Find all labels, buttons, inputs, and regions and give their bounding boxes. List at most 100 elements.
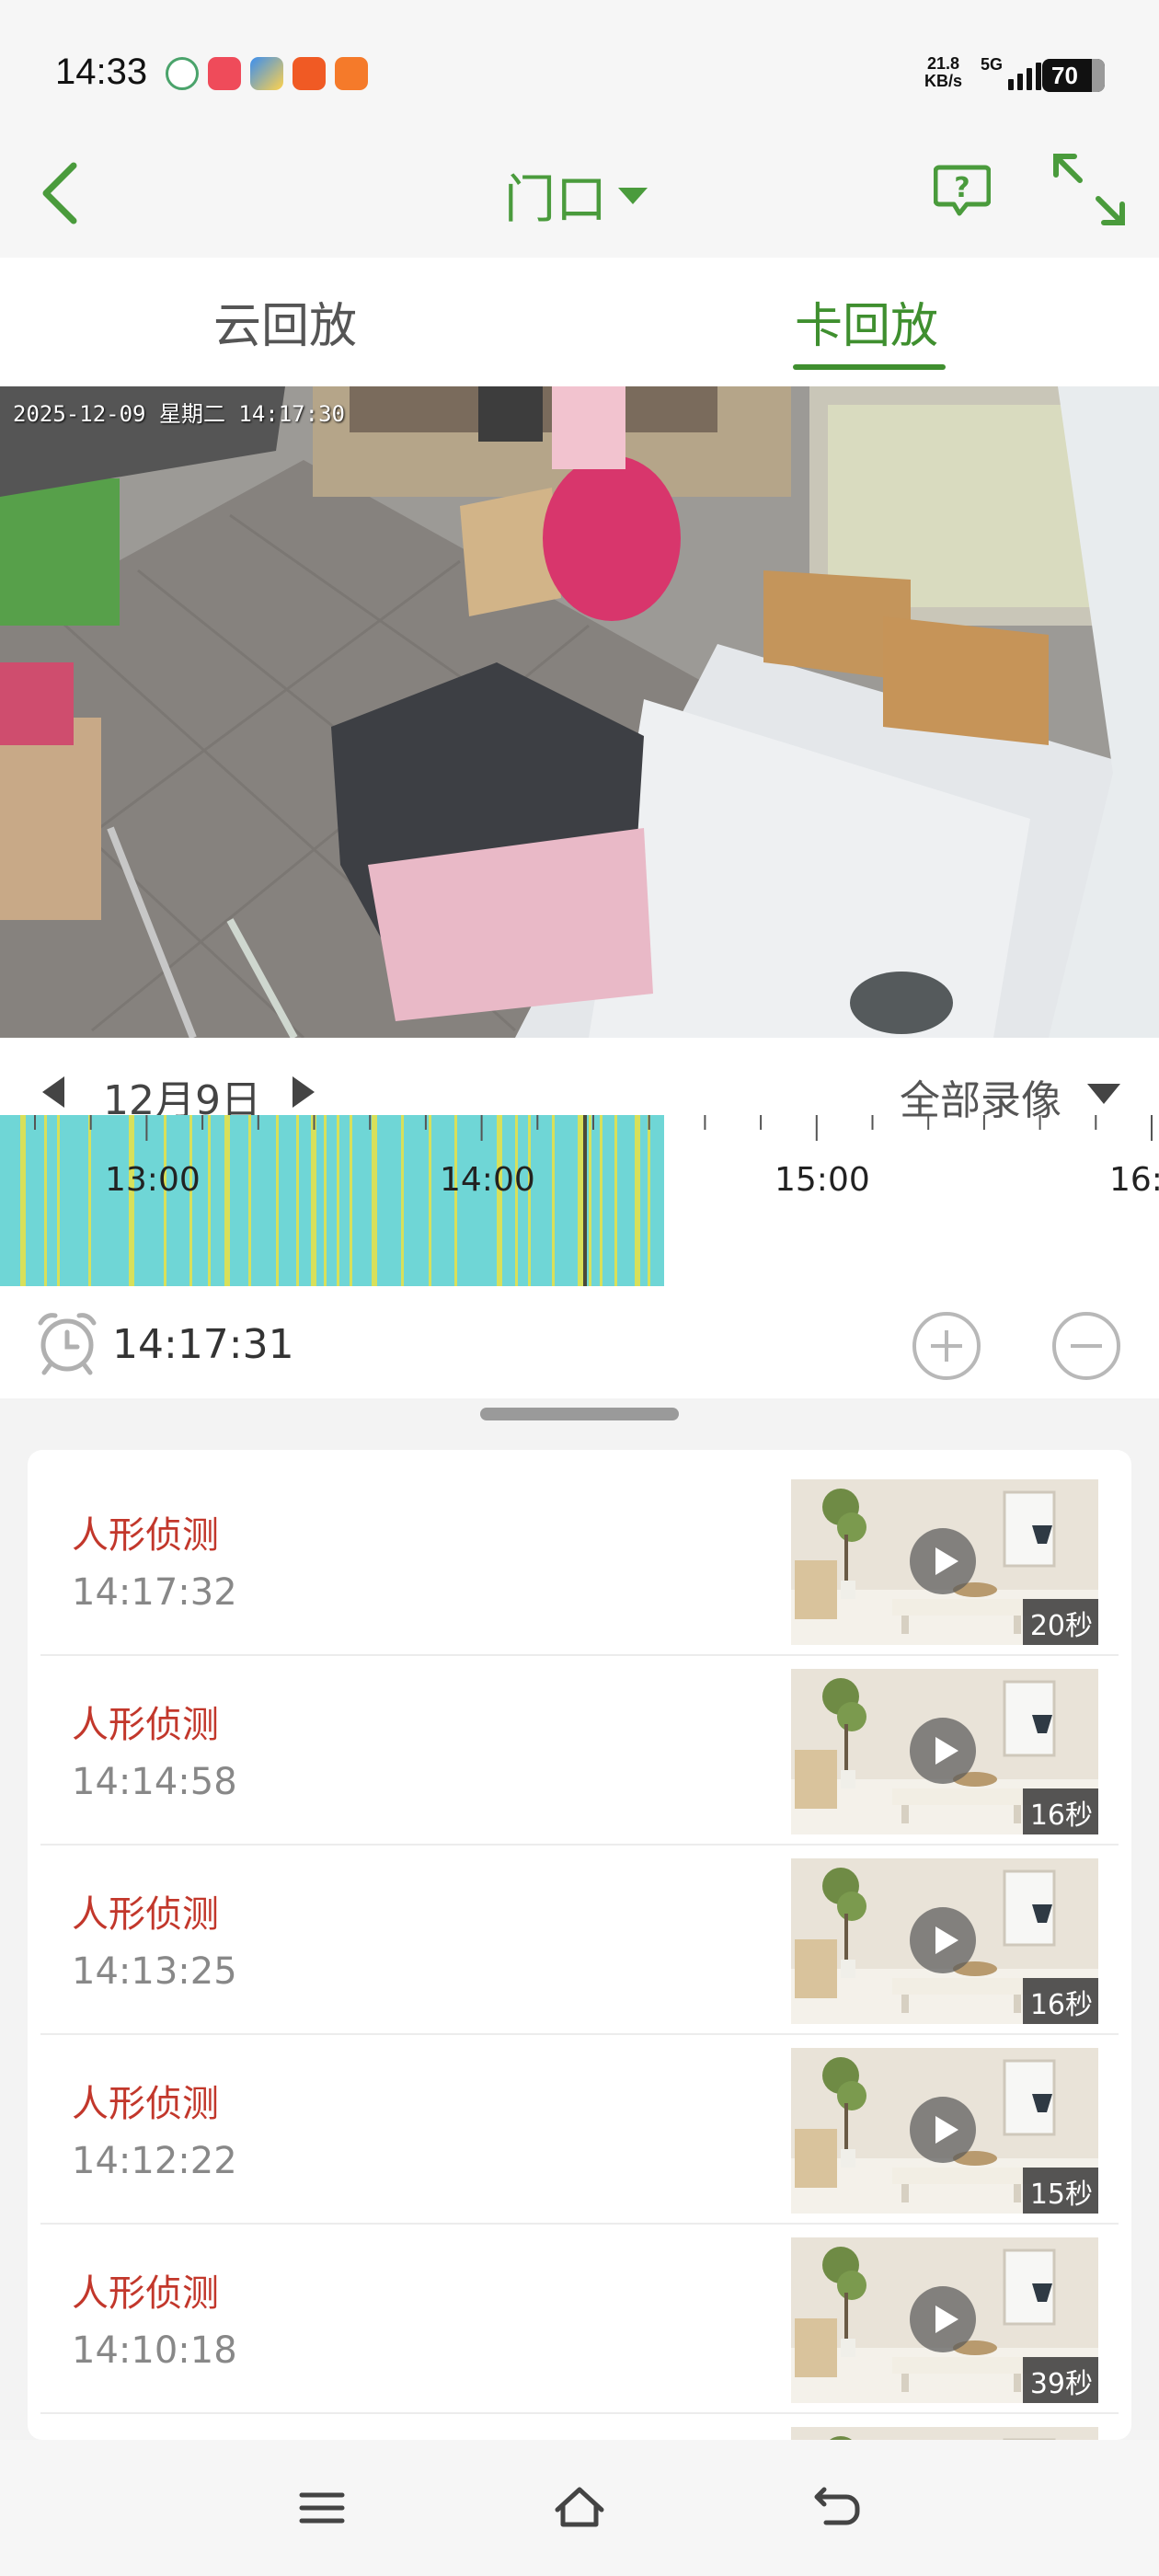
event-marker: [515, 1115, 518, 1286]
menu-icon[interactable]: [294, 2482, 350, 2534]
signal-bars-icon: [1008, 57, 1041, 90]
event-marker: [497, 1115, 502, 1286]
event-marker: [350, 1115, 352, 1286]
event-marker: [189, 1115, 192, 1286]
video-player[interactable]: 2025-12-09 星期二 14:17:30: [0, 386, 1159, 1038]
list-item[interactable]: 人形侦测 14:13:25 16秒: [40, 1846, 1119, 2035]
event-time: 14:10:18: [72, 2329, 237, 2372]
next-day-icon[interactable]: [293, 1076, 315, 1108]
playhead: [583, 1115, 587, 1286]
event-marker: [589, 1115, 591, 1286]
event-marker: [401, 1115, 404, 1286]
zoom-in-icon[interactable]: [911, 1310, 982, 1382]
tick-label: 13:00: [105, 1161, 201, 1199]
event-time: 14:12:22: [72, 2140, 237, 2182]
event-type: 人形侦测: [72, 2083, 219, 2125]
orange-app-icon: [293, 57, 326, 90]
event-time: 14:14:58: [72, 1761, 237, 1803]
blue-app-icon: [250, 57, 283, 90]
event-thumbnail[interactable]: 16秒: [791, 1858, 1098, 2024]
battery-icon: 70: [1042, 59, 1105, 92]
network-speed: 21.8 KB/s: [924, 54, 963, 90]
event-type: 人形侦测: [72, 1893, 219, 1936]
event-marker: [635, 1115, 640, 1286]
list-item[interactable]: 人形侦测 14:17:32 20秒: [40, 1466, 1119, 1656]
play-icon[interactable]: [909, 2096, 977, 2164]
event-list: 人形侦测 14:17:32 20秒 人形侦测 14:14:58 16秒 人形侦测…: [28, 1450, 1131, 2440]
event-thumbnail[interactable]: [791, 2427, 1098, 2440]
event-marker: [578, 1115, 583, 1286]
event-marker: [600, 1115, 602, 1286]
event-marker: [614, 1115, 617, 1286]
duration-badge: 16秒: [1022, 1788, 1098, 1834]
duration-badge: 16秒: [1022, 1978, 1098, 2024]
home-icon[interactable]: [552, 2482, 607, 2534]
timeline-track[interactable]: 13:00 14:00 15:00 16:00: [0, 1115, 1159, 1286]
caret-down-icon: [618, 187, 648, 204]
recorded-segment[interactable]: [0, 1115, 664, 1286]
event-marker: [44, 1115, 47, 1286]
video-timestamp-overlay: 2025-12-09 星期二 14:17:30: [13, 401, 345, 427]
active-tab-indicator: [793, 364, 946, 370]
current-time-row: 14:17:31: [0, 1295, 1159, 1387]
tick-label: 16:00: [1109, 1161, 1159, 1199]
event-marker: [276, 1115, 279, 1286]
caret-down-icon[interactable]: [1087, 1084, 1120, 1104]
current-playback-time: 14:17:31: [112, 1321, 294, 1368]
event-marker: [164, 1115, 166, 1286]
prev-day-icon[interactable]: [42, 1076, 64, 1108]
list-item[interactable]: 人形侦测 14:14:58 16秒: [40, 1656, 1119, 1846]
back-icon[interactable]: [809, 2482, 865, 2534]
play-icon[interactable]: [909, 1527, 977, 1595]
event-marker: [311, 1115, 316, 1286]
zoom-out-icon[interactable]: [1050, 1310, 1122, 1382]
duration-badge: 20秒: [1022, 1599, 1098, 1645]
camera-selector[interactable]: 门口: [504, 158, 648, 233]
tick-label: 14:00: [440, 1161, 535, 1199]
event-time: 14:17:32: [72, 1571, 237, 1614]
video-app-icon: [208, 57, 241, 90]
event-marker: [324, 1115, 327, 1286]
duration-badge: 15秒: [1022, 2168, 1098, 2214]
event-marker: [648, 1115, 650, 1286]
event-marker: [57, 1115, 60, 1286]
event-time: 14:13:25: [72, 1950, 237, 1993]
event-marker: [454, 1115, 457, 1286]
play-icon[interactable]: [909, 2285, 977, 2353]
signal-type: 5G: [981, 55, 1004, 74]
status-time: 14:33: [55, 52, 148, 92]
event-marker: [337, 1115, 339, 1286]
tab-cloud-playback[interactable]: 云回放: [213, 287, 357, 356]
event-marker: [20, 1115, 26, 1286]
expand-icon[interactable]: [1050, 151, 1128, 228]
status-bar: 14:33 21.8 KB/s 5G 70: [0, 0, 1159, 138]
play-icon[interactable]: [909, 1717, 977, 1785]
timeline-bar[interactable]: [0, 1115, 1159, 1286]
event-marker: [372, 1115, 377, 1286]
event-thumbnail[interactable]: 39秒: [791, 2237, 1098, 2403]
help-chat-icon[interactable]: ?: [934, 162, 991, 217]
chevron-left-icon[interactable]: [33, 156, 88, 230]
play-icon[interactable]: [909, 1906, 977, 1974]
list-item[interactable]: 人形侦测 14:10:18 39秒: [40, 2225, 1119, 2414]
app-header: 门口 ?: [0, 138, 1159, 258]
event-marker: [429, 1115, 431, 1286]
event-thumbnail[interactable]: 15秒: [791, 2048, 1098, 2214]
event-thumbnail[interactable]: 20秒: [791, 1479, 1098, 1645]
duration-badge: 39秒: [1022, 2357, 1098, 2403]
event-type: 人形侦测: [72, 1514, 219, 1557]
drag-handle[interactable]: [480, 1408, 679, 1420]
event-marker: [248, 1115, 251, 1286]
event-marker: [224, 1115, 230, 1286]
notification-icons: [166, 57, 368, 90]
event-type: 人形侦测: [72, 2272, 219, 2315]
event-marker: [88, 1115, 91, 1286]
tab-card-playback[interactable]: 卡回放: [795, 287, 938, 356]
list-item[interactable]: 人形侦测 14:12:22 15秒: [40, 2035, 1119, 2225]
event-type: 人形侦测: [72, 1704, 219, 1746]
alarm-clock-icon: [38, 1313, 97, 1375]
list-item[interactable]: [40, 2414, 1119, 2440]
event-marker: [528, 1115, 531, 1286]
event-thumbnail[interactable]: 16秒: [791, 1669, 1098, 1834]
camera-frame: [0, 386, 1159, 1038]
